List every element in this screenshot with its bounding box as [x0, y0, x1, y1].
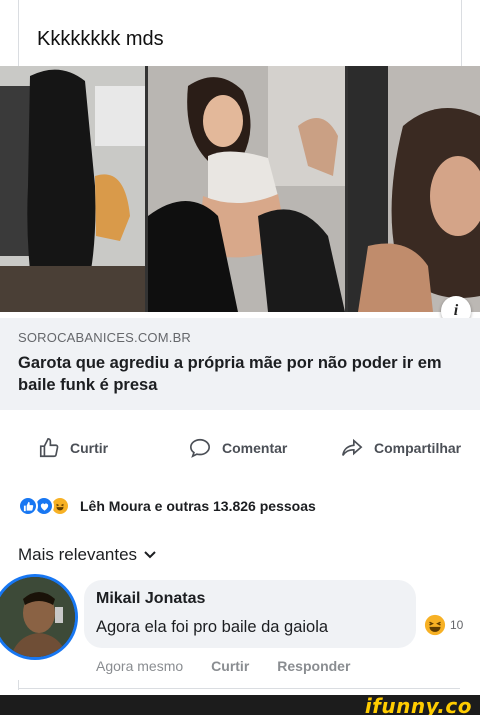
- ifunny-watermark: ifunny.co: [364, 694, 472, 715]
- share-label: Compartilhar: [374, 440, 462, 456]
- like-button[interactable]: Curtir: [38, 430, 108, 466]
- comment-label: Comentar: [222, 440, 288, 456]
- photo-1[interactable]: [0, 66, 145, 312]
- share-button[interactable]: Compartilhar: [340, 430, 461, 466]
- haha-icon: [424, 614, 446, 636]
- comment-reply-button[interactable]: Responder: [277, 658, 350, 674]
- thumbs-up-icon: [39, 438, 59, 458]
- photo-collage[interactable]: [0, 66, 480, 312]
- comment-like-button[interactable]: Curtir: [211, 658, 249, 674]
- sort-label: Mais relevantes: [18, 545, 138, 564]
- chevron-down-icon: [144, 551, 156, 559]
- post-header: Kkkkkkkk mds: [18, 0, 462, 66]
- photo-2[interactable]: [148, 66, 345, 312]
- reaction-summary[interactable]: Lêh Moura e outras 13.826 pessoas: [18, 494, 316, 518]
- comment-meta: Agora mesmo Curtir Responder: [96, 658, 378, 674]
- comment-time: Agora mesmo: [96, 658, 184, 674]
- link-domain: SOROCABANICES.COM.BR: [18, 330, 192, 345]
- like-icon: [18, 496, 38, 516]
- comment-bubble-icon: [190, 438, 210, 458]
- comment-button[interactable]: Comentar: [188, 430, 287, 466]
- comment-reactions[interactable]: 10: [424, 614, 463, 636]
- reaction-summary-text: Lêh Moura e outras 13.826 pessoas: [80, 498, 316, 514]
- link-title[interactable]: Garota que agrediu a própria mãe por não…: [18, 352, 448, 396]
- comment-author[interactable]: Mikail Jonatas: [96, 590, 205, 608]
- comment-item: Mikail Jonatas Agora ela foi pro baile d…: [0, 570, 480, 690]
- comment-reaction-count: 10: [450, 618, 464, 632]
- link-preview[interactable]: SOROCABANICES.COM.BR Garota que agrediu …: [0, 318, 480, 410]
- share-arrow-icon: [342, 438, 363, 456]
- avatar[interactable]: [0, 574, 78, 660]
- post-actions: Curtir Comentar Compartilhar: [0, 430, 480, 466]
- divider: [18, 688, 460, 689]
- photo-3[interactable]: [348, 66, 480, 312]
- comment-text: Agora ela foi pro baile da gaiola: [96, 618, 329, 636]
- comment-bubble: Mikail Jonatas Agora ela foi pro baile d…: [84, 580, 416, 648]
- post-caption: Kkkkkkkk mds: [37, 28, 164, 50]
- like-label: Curtir: [70, 440, 109, 456]
- comment-sort-selector[interactable]: Mais relevantes: [18, 545, 157, 565]
